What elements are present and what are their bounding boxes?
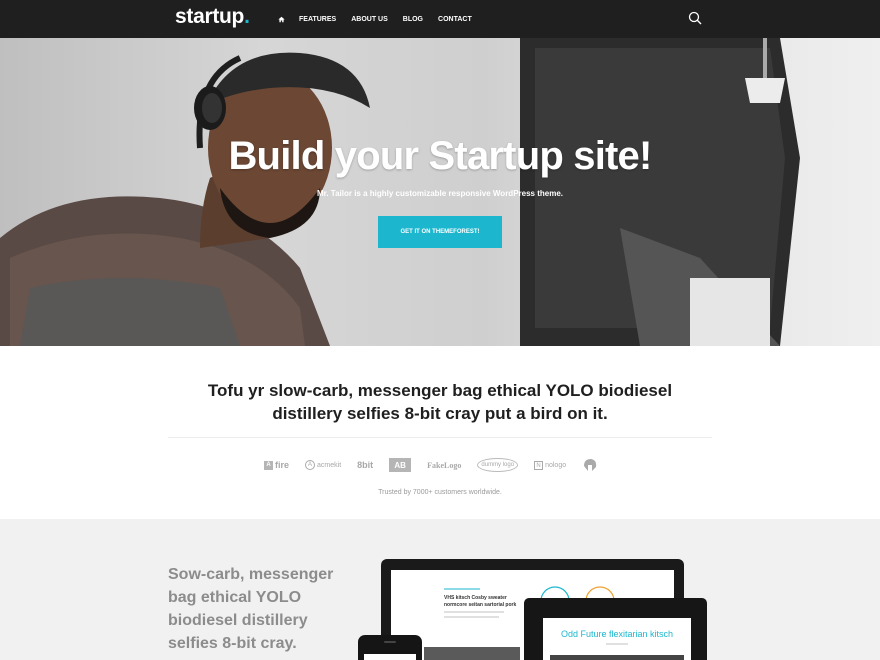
home-icon[interactable] <box>278 16 285 23</box>
nav-item-features[interactable]: FEATURES <box>299 16 336 23</box>
logo-dummy-logo: dummy logo <box>477 458 519 472</box>
nav-item-contact[interactable]: CONTACT <box>438 16 472 23</box>
laptop-heading-1: VHS kitsch Cosby sweater <box>444 595 507 601</box>
main-menu: FEATURES ABOUT US BLOG CONTACT <box>278 0 487 38</box>
top-navbar: startup. FEATURES ABOUT US BLOG CONTACT <box>0 0 880 38</box>
search-icon[interactable] <box>688 11 702 25</box>
nav-item-about-us[interactable]: ABOUT US <box>351 16 388 23</box>
intro-line-2: distillery selfies 8-bit cray put a bird… <box>272 404 608 423</box>
laptop-heading-2: normcore seitan sartorial pork <box>444 602 516 608</box>
client-logos: Afire Aacmekit 8bit AB FakeLogo dummy lo… <box>264 457 598 473</box>
nav-item-blog[interactable]: BLOG <box>403 16 423 23</box>
logo-fakelogo: FakeLogo <box>427 460 462 470</box>
themeforest-button[interactable]: GET IT ON THEMEFOREST! <box>378 216 502 248</box>
clients-section: Tofu yr slow-carb, messenger bag ethical… <box>0 346 880 519</box>
hero-title: Build your Startup site! <box>228 134 652 178</box>
intro-line-1: Tofu yr slow-carb, messenger bag ethical… <box>207 381 673 400</box>
logo-acmekit: Aacmekit <box>305 460 341 470</box>
feature-section: Sow-carb, messenger bag ethical YOLO bio… <box>0 519 880 660</box>
hero-subtitle: Mr. Tailor is a highly customizable resp… <box>317 189 563 198</box>
logo[interactable]: startup. <box>175 5 250 29</box>
tablet-heading: Odd Future flexitarian kitsch <box>561 629 673 639</box>
hero-section: Build your Startup site! Mr. Tailor is a… <box>0 38 880 346</box>
intro-text: Tofu yr slow-carb, messenger bag ethical… <box>160 379 720 425</box>
helmet-logo-icon <box>584 459 597 471</box>
divider <box>168 437 712 438</box>
trusted-text: Trusted by 7000+ customers worldwide. <box>378 489 502 496</box>
logo-ab: AB <box>389 458 412 472</box>
logo-nologo: Nnologo <box>534 460 566 470</box>
devices-illustration: VHS kitsch Cosby sweater normcore seitan… <box>358 559 707 660</box>
logo-8bit: 8bit <box>357 460 374 470</box>
logo-fire: Afire <box>264 460 289 470</box>
